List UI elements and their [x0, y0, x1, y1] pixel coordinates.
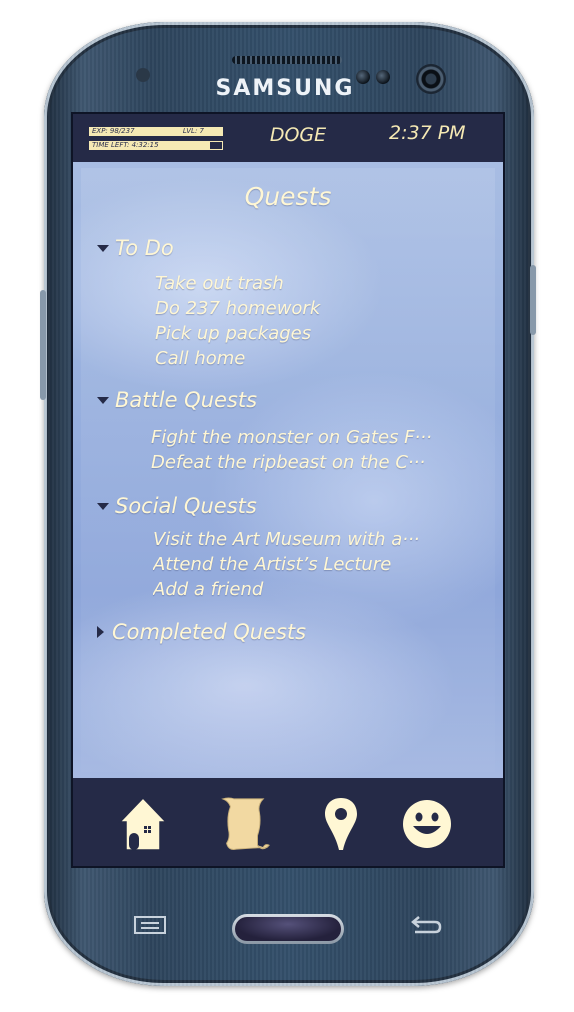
section-label: To Do	[115, 236, 174, 260]
back-arrow-icon	[411, 916, 442, 934]
nav-profile-button[interactable]	[399, 796, 455, 852]
caret-down-icon	[97, 244, 109, 252]
exp-label: EXP: 98/237	[92, 126, 135, 135]
clock: 2:37 PM	[389, 122, 466, 144]
map-pin-icon	[325, 798, 357, 850]
screen: EXP: 98/237 LVL: 7 TIME LEFT: 4:32:15 DO…	[71, 112, 505, 868]
quest-item[interactable]: Pick up packages	[155, 322, 485, 346]
section-header-battle[interactable]: Battle Quests	[97, 388, 257, 412]
quest-item[interactable]: Call home	[155, 347, 485, 371]
brand-logo: SAMSUNG	[215, 76, 355, 101]
proximity-sensor	[356, 70, 370, 84]
nav-home-button[interactable]	[115, 796, 171, 852]
home-icon	[118, 796, 168, 851]
section-header-todo[interactable]: To Do	[97, 236, 174, 260]
section-header-completed[interactable]: Completed Quests	[97, 620, 306, 644]
quest-item[interactable]: Attend the Artist’s Lecture	[153, 553, 483, 577]
exp-bar: EXP: 98/237 LVL: 7	[89, 126, 209, 136]
section-label: Completed Quests	[112, 620, 307, 644]
menu-icon	[134, 916, 166, 934]
volume-button[interactable]	[40, 290, 46, 400]
time-left-bar-end	[209, 140, 223, 150]
front-camera	[416, 64, 446, 94]
nav-map-button[interactable]	[313, 796, 369, 852]
bottom-nav	[73, 778, 503, 866]
home-key-face	[235, 917, 341, 941]
quest-item[interactable]: Defeat the ripbeast on the C···	[151, 451, 481, 475]
menu-key[interactable]	[130, 912, 170, 938]
back-key[interactable]	[406, 912, 446, 938]
quest-item[interactable]: Do 237 homework	[155, 297, 485, 321]
home-key[interactable]	[232, 914, 344, 944]
app-name: DOGE	[269, 124, 327, 146]
section-label: Battle Quests	[115, 388, 258, 412]
page-title: Quests	[244, 182, 332, 211]
time-left-row: TIME LEFT: 4:32:15	[89, 140, 223, 150]
quest-item[interactable]: Visit the Art Museum with a···	[153, 528, 483, 552]
exp-bar-end	[209, 126, 223, 136]
status-bar: EXP: 98/237 LVL: 7 TIME LEFT: 4:32:15 DO…	[73, 114, 503, 162]
exp-row: EXP: 98/237 LVL: 7	[89, 126, 223, 136]
level-label: LVL: 7	[182, 126, 204, 135]
light-sensor	[136, 68, 150, 82]
quest-item[interactable]: Add a friend	[153, 578, 483, 602]
time-left-label: TIME LEFT: 4:32:15	[92, 140, 159, 149]
caret-right-icon	[97, 626, 104, 638]
caret-down-icon	[97, 396, 109, 404]
smiley-icon	[403, 800, 451, 848]
nav-quests-button[interactable]	[215, 796, 271, 852]
power-button[interactable]	[530, 265, 536, 335]
earpiece-speaker	[232, 56, 342, 64]
caret-down-icon	[97, 502, 109, 510]
time-left-bar: TIME LEFT: 4:32:15	[89, 140, 209, 150]
scroll-icon	[221, 797, 270, 850]
quest-item[interactable]: Take out trash	[155, 272, 485, 296]
proximity-sensor-2	[376, 70, 390, 84]
quest-item[interactable]: Fight the monster on Gates F···	[151, 426, 481, 450]
section-label: Social Quests	[115, 494, 257, 518]
section-header-social[interactable]: Social Quests	[97, 494, 257, 518]
quests-panel: Quests To Do Take out trash Do 237 homew…	[73, 162, 503, 778]
